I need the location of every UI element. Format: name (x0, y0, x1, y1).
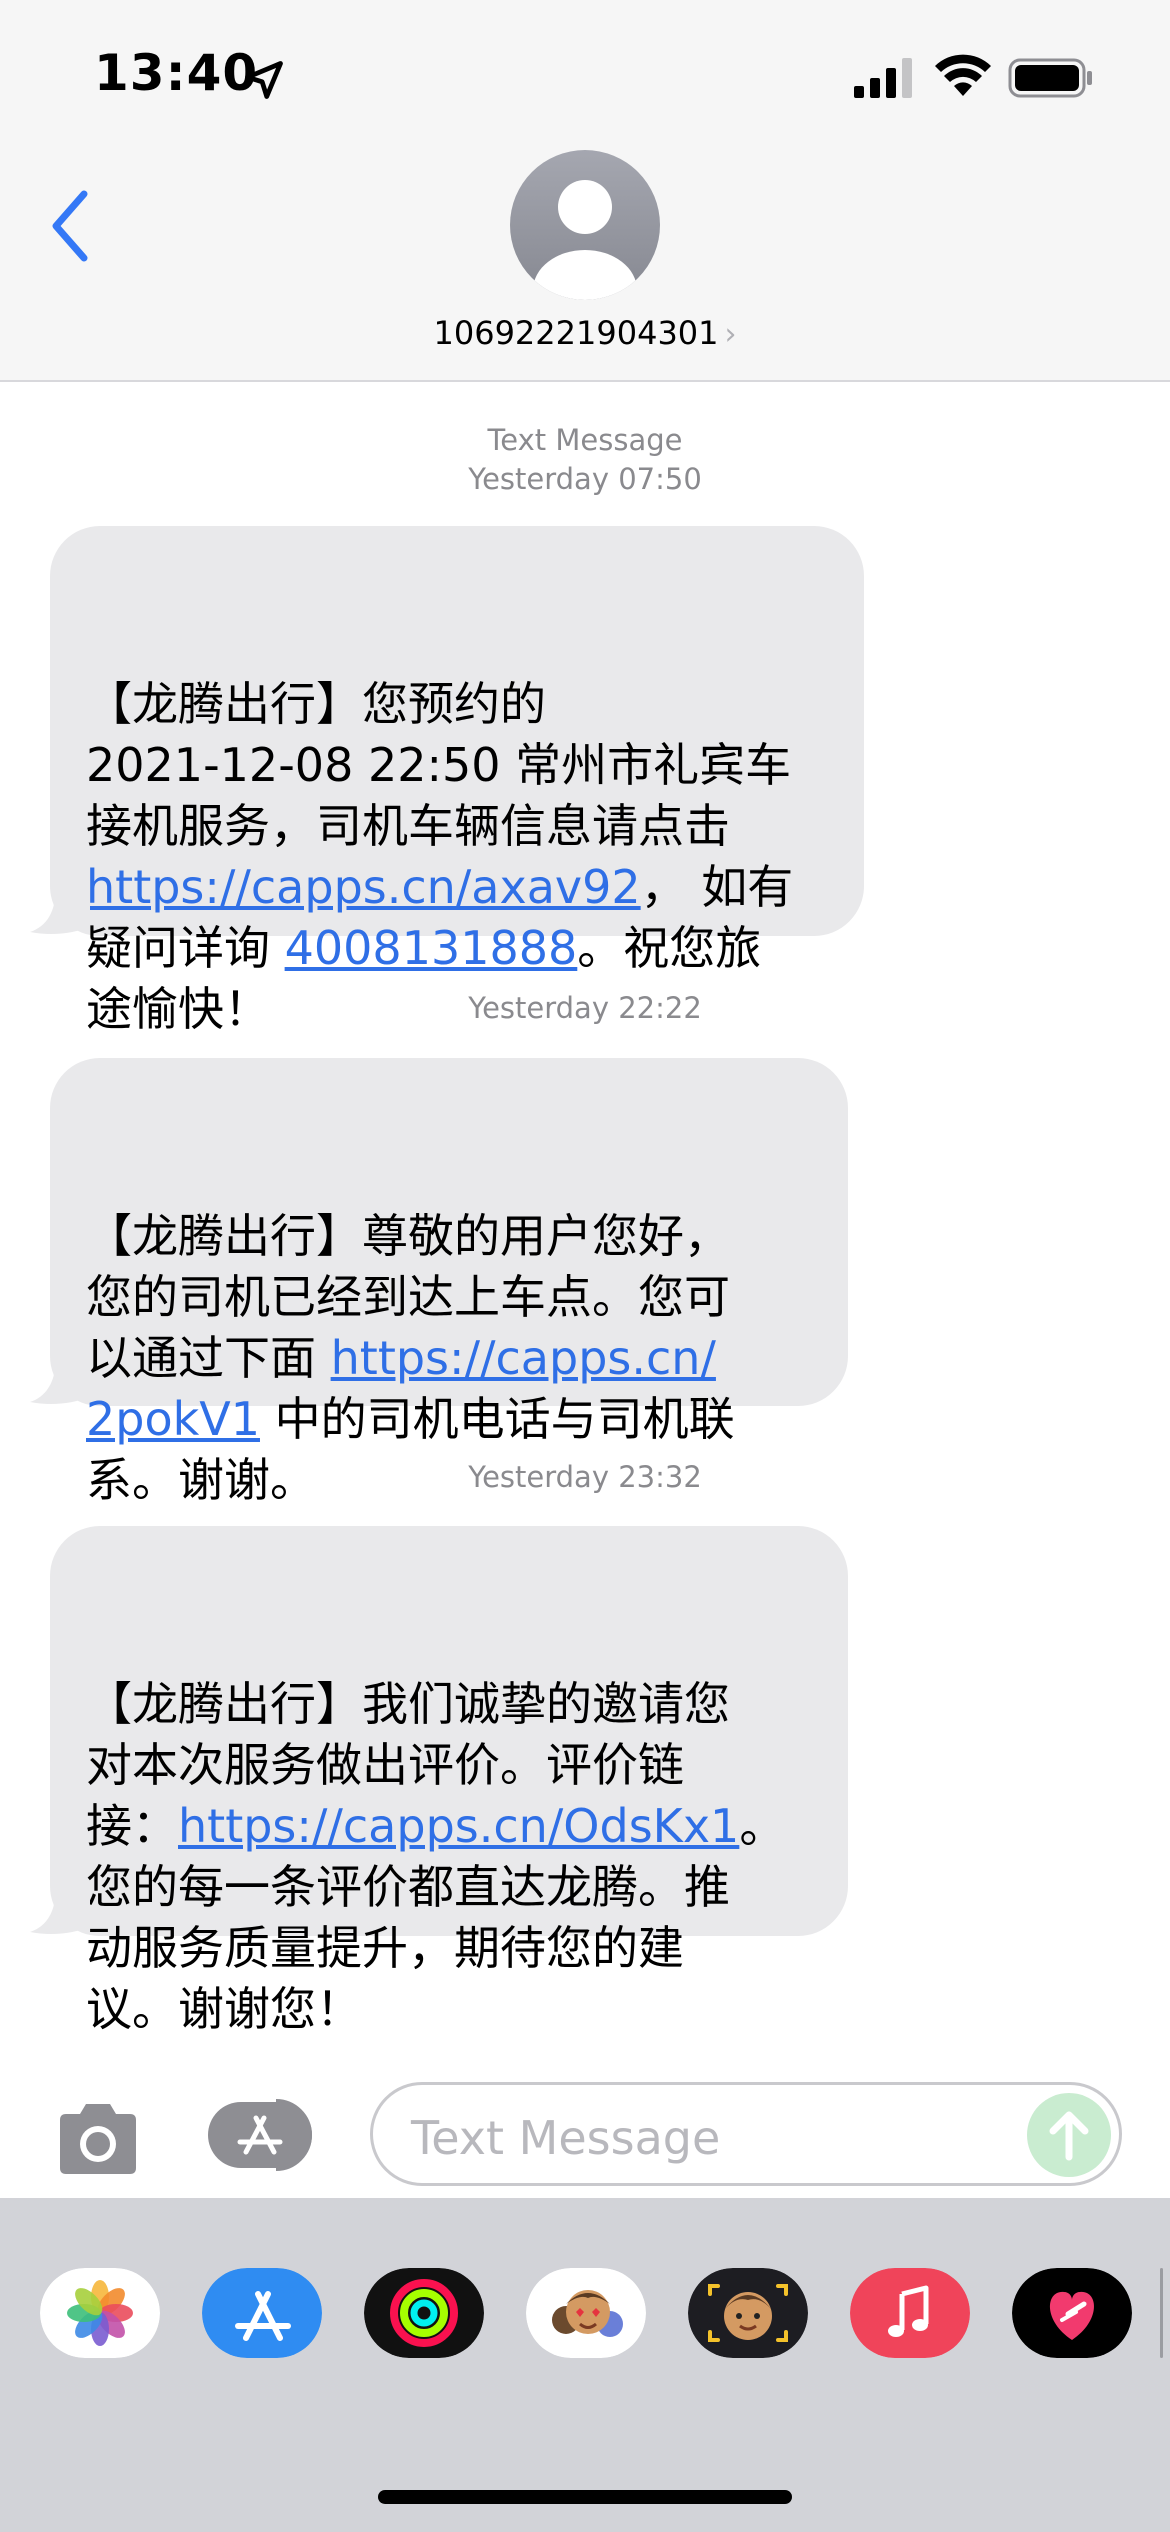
message-timestamp: Yesterday 07:50 (468, 462, 702, 496)
message-text: 。祝您旅 (577, 921, 762, 975)
message-line: 2pokV1 中的司机电话与司机联 (86, 1389, 812, 1450)
message-line: 【龙腾出行】尊敬的用户您好， (86, 1206, 812, 1267)
url-link[interactable]: https://capps.cn/axav92 (86, 860, 641, 914)
message-text: 议。谢谢您！ (86, 1982, 362, 2036)
messages-screen: 13:40 10692221904301 › Text Message Yest… (0, 0, 1170, 2532)
message-text: 您的每一条评价都直达龙腾。推 (86, 1860, 730, 1914)
drawer-scroll-indicator (1160, 2268, 1163, 2358)
contact-number[interactable]: 10692221904301 (433, 314, 718, 352)
message-text: 接机服务，司机车辆信息请点击 (86, 799, 730, 853)
battery-icon (1008, 58, 1092, 98)
message-bubble[interactable]: 【龙腾出行】我们诚挚的邀请您 对本次服务做出评价。评价链 接：https://cap… (30, 1526, 848, 2036)
message-line: 接机服务，司机车辆信息请点击 (86, 796, 828, 857)
conversation-header: 13:40 10692221904301 › (0, 0, 1170, 382)
phone-link[interactable]: 4008131888 (285, 921, 578, 975)
message-meta-label: Text Message (487, 423, 683, 457)
status-time: 13:40 (94, 44, 259, 102)
message-text: 对本次服务做出评价。评价链 (86, 1738, 684, 1792)
message-text: 。 (739, 1799, 786, 1853)
message-text: 中的司机电话与司机联 (259, 1392, 735, 1446)
contact-avatar[interactable] (510, 150, 660, 300)
url-link[interactable]: https://capps.cn/ (331, 1331, 716, 1385)
message-text: 动服务质量提升，期待您的建 (86, 1921, 684, 1975)
message-timestamp: Yesterday 23:32 (468, 1460, 702, 1494)
cellular-signal-icon (854, 58, 912, 98)
message-timestamp: Yesterday 22:22 (468, 991, 702, 1025)
imessage-app-drawer (0, 2198, 1170, 2532)
message-line: 对本次服务做出评价。评价链 (86, 1735, 812, 1796)
message-text: 【龙腾出行】您预约的 (86, 677, 546, 731)
message-text: 您的司机已经到达上车点。您可 (86, 1270, 730, 1324)
chevron-right-icon: › (724, 317, 737, 352)
back-chevron-icon[interactable] (46, 188, 94, 264)
url-link[interactable]: 2pokV1 (86, 1392, 260, 1446)
bubble-tail (30, 1886, 90, 1934)
photos-app-icon[interactable] (40, 2268, 160, 2358)
bubble-tail (30, 886, 90, 934)
message-line: 【龙腾出行】您预约的 (86, 674, 828, 735)
wifi-icon (935, 54, 991, 96)
camera-button[interactable] (52, 2100, 144, 2176)
message-text: 2021-12-08 22:50 常州市礼宾车 (86, 738, 792, 792)
contact-name[interactable]: 10692221904301 › (0, 314, 1170, 352)
message-text: 疑问详询 (86, 921, 285, 975)
digital-touch-heart-icon[interactable] (1012, 2268, 1132, 2358)
memoji-stickers-icon[interactable] (526, 2268, 646, 2358)
message-line: 疑问详询 4008131888。祝您旅 (86, 918, 828, 979)
message-line: 议。谢谢您！ (86, 1979, 812, 2040)
url-link[interactable]: https://capps.cn/OdsKx1 (178, 1799, 739, 1853)
message-line: https://capps.cn/axav92， 如有 (86, 857, 828, 918)
message-text: 接： (86, 1799, 178, 1853)
bubble-tail (30, 1356, 90, 1404)
message-input[interactable]: Text Message (370, 2082, 1122, 2186)
message-bubble[interactable]: 【龙腾出行】您预约的 2021-12-08 22:50 常州市礼宾车 接机服务，司机… (30, 526, 864, 1036)
app-store-icon[interactable] (202, 2268, 322, 2358)
message-text: ， 如有 (640, 860, 794, 914)
message-text: 【龙腾出行】我们诚挚的邀请您 (86, 1677, 730, 1731)
activity-app-icon[interactable] (364, 2268, 484, 2358)
message-line: 以通过下面 https://capps.cn/ (86, 1328, 812, 1389)
message-line: 您的每一条评价都直达龙腾。推 (86, 1857, 812, 1918)
message-line: 动服务质量提升，期待您的建 (86, 1918, 812, 1979)
app-store-drawer-button[interactable] (206, 2096, 322, 2174)
home-indicator (378, 2490, 792, 2504)
message-line: 您的司机已经到达上车点。您可 (86, 1267, 812, 1328)
music-app-icon[interactable] (850, 2268, 970, 2358)
message-input-placeholder: Text Message (411, 2111, 721, 2165)
location-arrow-icon (245, 61, 283, 99)
message-text: 【龙腾出行】尊敬的用户您好， (86, 1209, 730, 1263)
animoji-icon[interactable] (688, 2268, 808, 2358)
message-line: 【龙腾出行】我们诚挚的邀请您 (86, 1674, 812, 1735)
message-line: 接：https://capps.cn/OdsKx1。 (86, 1796, 812, 1857)
message-line: 2021-12-08 22:50 常州市礼宾车 (86, 735, 828, 796)
message-bubble[interactable]: 【龙腾出行】尊敬的用户您好， 您的司机已经到达上车点。您可 以通过下面 https:… (30, 1058, 848, 1507)
message-text: 以通过下面 (86, 1331, 331, 1385)
send-arrow-icon[interactable] (1027, 2093, 1111, 2177)
